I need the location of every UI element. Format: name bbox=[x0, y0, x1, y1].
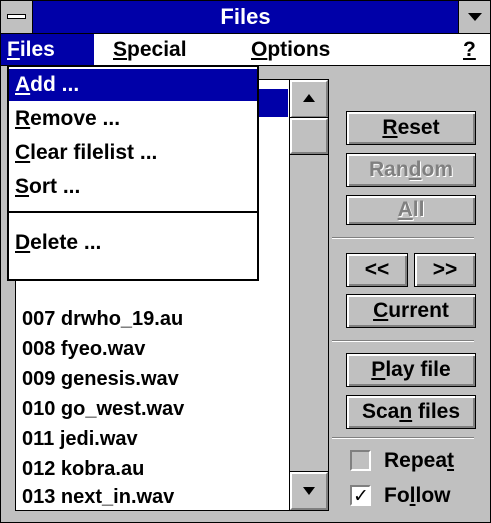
menu-special-label: pecial bbox=[127, 38, 187, 61]
panel-divider bbox=[332, 340, 474, 342]
current-button-label: urrent bbox=[388, 299, 449, 322]
file-list-item[interactable]: 007 drwho_19.au bbox=[22, 304, 183, 334]
system-menu-icon bbox=[7, 14, 26, 19]
menu-item-remove[interactable]: Remove ... bbox=[9, 103, 257, 135]
panel-divider bbox=[332, 237, 474, 239]
menu-item-delete-label: elete ... bbox=[30, 231, 102, 254]
menu-item-add-mnemonic: A bbox=[15, 73, 31, 96]
repeat-mnemonic: t bbox=[447, 449, 455, 472]
checkmark-icon: ✓ bbox=[353, 485, 369, 507]
all-button-label: ll bbox=[412, 198, 425, 221]
current-button-mnemonic: C bbox=[373, 299, 389, 322]
menu-special[interactable]: Special bbox=[113, 34, 187, 65]
follow-label-post: low bbox=[415, 484, 451, 507]
menu-item-clear-mnemonic: C bbox=[15, 141, 31, 164]
scan-files-button[interactable]: Scan files bbox=[346, 395, 476, 429]
scan-files-button-mnemonic: n bbox=[399, 400, 413, 423]
file-list-item[interactable]: 013 next_in.wav bbox=[22, 482, 174, 510]
file-list-item[interactable]: 011 jedi.wav bbox=[22, 424, 138, 454]
menu-files[interactable]: Files bbox=[1, 34, 94, 65]
file-list-item[interactable]: 012 kobra.au bbox=[22, 454, 144, 484]
files-window: Files Files Special Options ? 007 drwho_… bbox=[0, 0, 491, 523]
files-dropdown-menu: Add ... Remove ... Clear filelist ... So… bbox=[7, 65, 259, 281]
random-button-label: om bbox=[421, 158, 454, 181]
minimize-button[interactable] bbox=[458, 1, 490, 33]
random-button[interactable]: Random bbox=[346, 153, 476, 187]
menu-separator bbox=[9, 211, 257, 213]
file-list-item[interactable]: 010 go_west.wav bbox=[22, 394, 184, 424]
scroll-up-button[interactable] bbox=[289, 79, 329, 119]
menu-special-mnemonic: S bbox=[113, 38, 128, 61]
minimize-arrow-icon bbox=[468, 13, 482, 21]
window-title: Files bbox=[220, 4, 271, 29]
menu-item-add[interactable]: Add ... bbox=[9, 69, 257, 101]
menu-files-mnemonic: F bbox=[7, 38, 20, 61]
follow-checkbox-label: Follow bbox=[384, 481, 451, 511]
menu-item-delete[interactable]: Delete ... bbox=[9, 227, 257, 259]
scrollbar-thumb[interactable] bbox=[289, 117, 329, 155]
menu-item-remove-mnemonic: R bbox=[15, 107, 31, 130]
menu-item-add-label: dd ... bbox=[30, 73, 80, 96]
previous-button[interactable]: << bbox=[346, 253, 408, 287]
reset-button[interactable]: Reset bbox=[346, 111, 476, 145]
scan-files-button-label: files bbox=[412, 400, 461, 423]
random-button-mnemonic: d bbox=[408, 158, 422, 181]
menu-item-clear-filelist[interactable]: Clear filelist ... bbox=[9, 137, 257, 169]
menu-options-label: ptions bbox=[267, 38, 331, 61]
follow-label-pre: Fo bbox=[384, 484, 410, 507]
follow-checkbox-box[interactable]: ✓ bbox=[350, 485, 371, 507]
menu-item-remove-label: emove ... bbox=[30, 107, 121, 130]
file-list-scrollbar[interactable] bbox=[289, 79, 329, 511]
menu-item-sort-label: ort ... bbox=[29, 175, 81, 198]
title-bar[interactable]: Files bbox=[1, 1, 490, 34]
play-file-button[interactable]: Play file bbox=[346, 353, 476, 387]
scan-files-button-label-pre: Sca bbox=[361, 400, 400, 423]
scroll-down-arrow-icon bbox=[303, 487, 315, 495]
menu-item-delete-mnemonic: D bbox=[15, 231, 31, 254]
repeat-checkbox-label: Repeat bbox=[384, 446, 454, 476]
repeat-label-pre: Repea bbox=[384, 449, 448, 472]
menu-bar: Files Special Options ? bbox=[1, 34, 490, 66]
play-file-button-label: lay file bbox=[385, 358, 451, 381]
previous-button-label: << bbox=[364, 258, 390, 281]
repeat-checkbox[interactable]: Repeat bbox=[350, 446, 480, 476]
menu-item-clear-label: lear filelist ... bbox=[30, 141, 158, 164]
menu-help[interactable]: ? bbox=[463, 34, 476, 65]
menu-help-mnemonic: ? bbox=[463, 38, 476, 61]
menu-options-mnemonic: O bbox=[251, 38, 268, 61]
file-list-item[interactable]: 009 genesis.wav bbox=[22, 364, 179, 394]
play-file-button-mnemonic: P bbox=[371, 358, 386, 381]
repeat-checkbox-box[interactable] bbox=[350, 450, 371, 471]
reset-button-mnemonic: R bbox=[382, 116, 398, 139]
all-button[interactable]: All bbox=[346, 195, 476, 225]
scroll-down-button[interactable] bbox=[289, 471, 329, 511]
current-button[interactable]: Current bbox=[346, 294, 476, 328]
random-button-label-pre: Ran bbox=[368, 158, 409, 181]
scroll-up-arrow-icon bbox=[303, 94, 315, 102]
menu-files-label: iles bbox=[19, 38, 55, 61]
system-menu-button[interactable] bbox=[1, 1, 33, 33]
menu-item-sort-mnemonic: S bbox=[15, 175, 30, 198]
panel-divider bbox=[332, 437, 474, 439]
next-button-label: >> bbox=[432, 258, 458, 281]
reset-button-label: eset bbox=[397, 116, 440, 139]
file-list-item[interactable]: 008 fyeo.wav bbox=[22, 334, 145, 364]
menu-item-sort[interactable]: Sort ... bbox=[9, 171, 257, 203]
follow-checkbox[interactable]: ✓ Follow bbox=[350, 481, 480, 511]
all-button-mnemonic: A bbox=[397, 198, 413, 221]
menu-options[interactable]: Options bbox=[251, 34, 330, 65]
next-button[interactable]: >> bbox=[414, 253, 476, 287]
